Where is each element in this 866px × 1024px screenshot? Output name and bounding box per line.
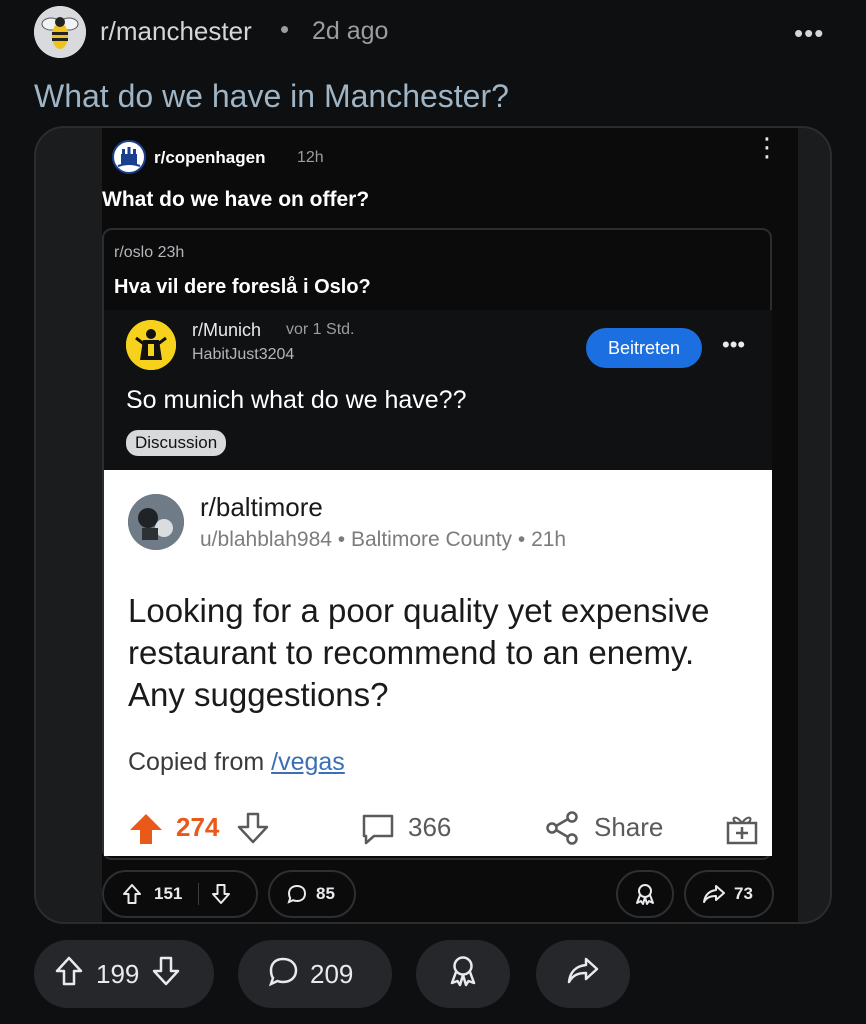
subreddit-name[interactable]: r/manchester	[100, 16, 252, 47]
oslo-post: r/oslo 23h Hva vil dere foreslå i Oslo? …	[102, 228, 772, 860]
inner-vote-count: 151	[154, 884, 183, 903]
share-label: Share	[594, 812, 664, 842]
oslo-title: Hva vil dere foreslå i Oslo?	[114, 276, 371, 298]
inner-action-bar: 151 85 73	[102, 870, 798, 920]
baltimore-post: r/baltimore u/blahblah984 • Baltimore Co…	[104, 470, 772, 856]
inner-award-icon	[634, 882, 656, 906]
baltimore-meta: u/blahblah984 • Baltimore County • 21h	[200, 528, 567, 551]
award-button[interactable]	[416, 940, 510, 1008]
share-button[interactable]	[536, 940, 630, 1008]
oslo-subreddit-line: r/oslo 23h	[114, 244, 184, 262]
join-button: Beitreten	[586, 328, 702, 368]
munich-age: vor 1 Std.	[286, 321, 355, 338]
baltimore-subreddit: r/baltimore	[200, 492, 323, 522]
share-icon	[544, 810, 580, 851]
inner-share-count: 73	[734, 884, 753, 903]
share-arrow-icon	[566, 956, 600, 993]
post-age: 2d ago	[312, 17, 389, 45]
copenhagen-age: 12h	[297, 149, 324, 166]
copenhagen-subreddit: r/copenhagen	[154, 148, 266, 167]
post-image[interactable]: r/copenhagen 12h ⋮ What do we have on of…	[34, 126, 832, 924]
post-header: r/manchester • 2d ago •••	[0, 0, 866, 64]
comment-count: 209	[310, 958, 354, 989]
more-options-button[interactable]: •••	[794, 18, 824, 49]
oslo-age: 23h	[157, 244, 185, 261]
inner-upvote-icon	[122, 883, 142, 905]
vote-pill: 199	[34, 940, 214, 1008]
inner-comment-icon	[286, 883, 308, 905]
inner-award-pill	[616, 870, 674, 918]
munich-post: r/Munich vor 1 Std. HabitJust3204 Beitre…	[104, 310, 772, 470]
munich-more-icon: •••	[722, 332, 746, 357]
copenhagen-crest-icon	[112, 140, 146, 174]
post-title[interactable]: What do we have in Manchester?	[34, 78, 509, 115]
baltimore-comment-count: 366	[408, 812, 452, 842]
munich-username: HabitJust3204	[192, 346, 295, 363]
embedded-screenshot: r/copenhagen 12h ⋮ What do we have on of…	[102, 128, 798, 922]
comment-icon	[360, 812, 396, 851]
munich-title: So munich what do we have??	[126, 386, 467, 414]
upvote-filled-icon	[128, 812, 164, 851]
inner-comments-pill: 85	[268, 870, 356, 918]
baltimore-title: Looking for a poor quality yet expensive…	[128, 592, 710, 713]
vote-divider	[198, 883, 200, 905]
comments-button[interactable]: 209	[238, 940, 392, 1008]
separator-dot: •	[280, 14, 290, 44]
flair-badge: Discussion	[126, 430, 227, 456]
vote-count: 199	[96, 958, 140, 989]
comment-bubble-icon	[266, 955, 300, 994]
oslo-subreddit: r/oslo	[114, 244, 154, 261]
post-action-bar: 199 209	[34, 940, 834, 1008]
munich-monk-icon	[126, 320, 176, 370]
copenhagen-title: What do we have on offer?	[102, 188, 370, 211]
copied-from-line: Copied from /vegas	[128, 748, 345, 777]
inner-downvote-icon	[211, 883, 231, 905]
gift-icon	[724, 810, 760, 851]
award-icon	[447, 954, 479, 995]
downvote-icon	[236, 812, 270, 849]
copied-from-label: Copied from	[128, 748, 272, 776]
copenhagen-more-icon: ⋮	[754, 132, 780, 162]
inner-vote-pill: 151	[102, 870, 258, 918]
baltimore-avatar	[128, 494, 184, 550]
vegas-link: /vegas	[271, 748, 345, 776]
downvote-button[interactable]	[151, 955, 181, 994]
upvote-button[interactable]	[54, 955, 84, 994]
munich-subreddit: r/Munich	[192, 320, 262, 340]
baltimore-score: 274	[176, 812, 220, 842]
baltimore-action-bar: 274 366 Share	[128, 808, 768, 848]
inner-comment-count: 85	[316, 884, 335, 903]
inner-share-icon	[702, 884, 726, 904]
bee-icon[interactable]	[34, 6, 86, 58]
inner-share-pill: 73	[684, 870, 774, 918]
